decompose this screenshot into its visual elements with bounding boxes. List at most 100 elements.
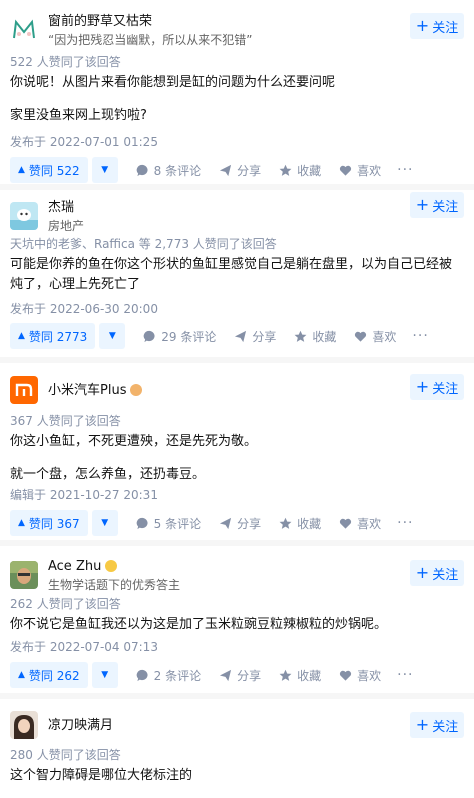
comment-icon [143, 330, 155, 342]
comment-icon [136, 669, 148, 681]
triangle-down-icon: ▼ [101, 670, 109, 680]
more-icon[interactable]: ··· [397, 515, 413, 531]
downvote-button[interactable]: ▼ [99, 323, 126, 349]
answer-paragraph: 你这小鱼缸，不死更遭殃，还是先死为敬。 [10, 434, 258, 449]
vote-count-text: 522 人赞同了该回答 [10, 55, 121, 69]
answer-paragraph: 你不说它是鱼缸我还以为这是加了玉米粒豌豆粒辣椒粒的炒锅呢。 [10, 617, 388, 632]
favorite-button[interactable]: 收藏 [294, 328, 336, 345]
heart-icon [340, 670, 352, 681]
upvote-button[interactable]: ▲ 赞同 522 [10, 157, 88, 183]
heart-icon [355, 331, 367, 342]
follow-button[interactable]: + 关注 [410, 13, 464, 39]
author-name[interactable]: 小米汽车Plus [48, 382, 464, 399]
post-time: 发布于 2022-07-01 01:25 [10, 135, 158, 149]
avatar[interactable] [10, 561, 38, 589]
star-icon [279, 517, 292, 529]
heart-icon [340, 165, 352, 176]
upvote-button[interactable]: ▲ 赞同 367 [10, 510, 88, 536]
avatar[interactable] [10, 202, 38, 230]
comment-icon [136, 517, 148, 529]
answer-content[interactable]: 可能是你养的鱼在你这个形状的鱼缸里感觉自己是躺在盘里，以为自己已经被炖了，心理上… [10, 255, 464, 295]
star-icon [279, 164, 292, 176]
downvote-button[interactable]: ▼ [91, 157, 118, 183]
downvote-button[interactable]: ▼ [91, 662, 118, 688]
share-button[interactable]: 分享 [234, 328, 276, 345]
share-button[interactable]: 分享 [219, 162, 261, 179]
follow-button[interactable]: + 关注 [410, 560, 464, 586]
follow-button[interactable]: + 关注 [410, 192, 464, 218]
star-icon [294, 330, 307, 342]
favorite-button[interactable]: 收藏 [279, 667, 321, 684]
star-icon [279, 669, 292, 681]
share-icon [220, 669, 232, 681]
answer-card: 杰瑞 房地产 + 关注 天坑中的老爹、Raffica 等 2,773 人赞同了该回… [0, 190, 474, 363]
comment-icon [136, 164, 148, 176]
more-icon[interactable]: ··· [397, 162, 413, 178]
downvote-button[interactable]: ▼ [91, 510, 118, 536]
answer-paragraph: 这个智力障碍是哪位大佬标注的 [10, 768, 193, 783]
follow-button[interactable]: + 关注 [410, 374, 464, 400]
upvote-button[interactable]: ▲ 赞同 262 [10, 662, 88, 688]
triangle-down-icon: ▼ [108, 331, 116, 341]
vote-count-text: 367 人赞同了该回答 [10, 414, 121, 428]
action-bar: ▲ 赞同 262 ▼ 2 条评论 分享 收藏 喜欢 ··· [10, 662, 464, 688]
answer-paragraph: 可能是你养的鱼在你这个形状的鱼缸里感觉自己是躺在盘里，以为自己已经被炖了，心理上… [10, 257, 453, 292]
plus-icon: + [415, 563, 430, 582]
triangle-up-icon: ▲ [18, 518, 25, 528]
triangle-down-icon: ▼ [101, 518, 109, 528]
comment-button[interactable]: 8 条评论 [136, 162, 201, 179]
excellent-answerer-badge-icon [105, 560, 118, 572]
author-row: 窗前的野草又枯荣 “因为把残忍当幽默，所以从来不犯错” + 关注 [10, 0, 464, 50]
avatar[interactable] [10, 16, 38, 44]
plus-icon: + [415, 715, 430, 734]
avatar[interactable] [10, 376, 38, 404]
triangle-up-icon: ▲ [18, 670, 25, 680]
like-button[interactable]: 喜欢 [339, 515, 381, 532]
plus-icon: + [415, 16, 430, 35]
author-row: 凉刀映满月 + 关注 [10, 699, 464, 749]
author-name[interactable]: 窗前的野草又枯荣 [48, 13, 464, 30]
comment-button[interactable]: 5 条评论 [136, 515, 201, 532]
upvote-button[interactable]: ▲ 赞同 2773 [10, 323, 96, 349]
author-name[interactable]: Ace Zhu [48, 558, 464, 575]
heart-icon [340, 518, 352, 529]
more-icon[interactable]: ··· [397, 667, 413, 683]
comment-button[interactable]: 29 条评论 [143, 328, 216, 345]
favorite-button[interactable]: 收藏 [279, 515, 321, 532]
author-name[interactable]: 凉刀映满月 [48, 717, 464, 734]
vote-count-text: 天坑中的老爹、Raffica 等 2,773 人赞同了该回答 [10, 237, 277, 251]
answer-content[interactable]: 你这小鱼缸，不死更遭殃，还是先死为敬。 就一个盘，怎么养鱼，还扔毒豆。 [10, 432, 464, 485]
answer-card: 凉刀映满月 + 关注 280 人赞同了该回答 这个智力障碍是哪位大佬标注的 [0, 699, 474, 798]
action-bar: ▲ 赞同 367 ▼ 5 条评论 分享 收藏 喜欢 ··· [10, 510, 464, 536]
share-icon [220, 517, 232, 529]
share-icon [220, 164, 232, 176]
like-button[interactable]: 喜欢 [339, 162, 381, 179]
action-bar: ▲ 赞同 2773 ▼ 29 条评论 分享 收藏 喜欢 ··· [10, 323, 464, 349]
like-button[interactable]: 喜欢 [354, 328, 396, 345]
vote-count-text: 280 人赞同了该回答 [10, 748, 121, 762]
answer-content[interactable]: 你不说它是鱼缸我还以为这是加了玉米粒豌豆粒辣椒粒的炒锅呢。 [10, 615, 464, 635]
answer-content[interactable]: 你说呢！从图片来看你能想到是缸的问题为什么还要问呢 家里没鱼来网上现钓啦? [10, 73, 464, 126]
member-badge-icon [130, 384, 143, 396]
like-button[interactable]: 喜欢 [339, 667, 381, 684]
avatar[interactable] [10, 711, 38, 739]
action-bar: ▲ 赞同 522 ▼ 8 条评论 分享 收藏 喜欢 ··· [10, 157, 464, 183]
author-row: Ace Zhu 生物学话题下的优秀答主 + 关注 [10, 546, 464, 596]
triangle-up-icon: ▲ [18, 331, 25, 341]
answer-card: 窗前的野草又枯荣 “因为把残忍当幽默，所以从来不犯错” + 关注 522 人赞同了… [0, 0, 474, 190]
plus-icon: + [415, 377, 430, 396]
comment-button[interactable]: 2 条评论 [136, 667, 201, 684]
author-name[interactable]: 杰瑞 [48, 199, 464, 216]
share-button[interactable]: 分享 [219, 667, 261, 684]
author-headline: 生物学话题下的优秀答主 [48, 577, 181, 592]
post-time: 编辑于 2021-10-27 20:31 [10, 488, 158, 502]
share-button[interactable]: 分享 [219, 515, 261, 532]
answer-paragraph: 家里没鱼来网上现钓啦? [10, 108, 147, 123]
triangle-down-icon: ▼ [101, 165, 109, 175]
follow-button[interactable]: + 关注 [410, 712, 464, 738]
more-icon[interactable]: ··· [412, 328, 428, 344]
answer-content[interactable]: 这个智力障碍是哪位大佬标注的 [10, 766, 464, 786]
favorite-button[interactable]: 收藏 [279, 162, 321, 179]
answer-paragraph: 就一个盘，怎么养鱼，还扔毒豆。 [10, 467, 206, 482]
author-headline: 房地产 [48, 218, 85, 233]
